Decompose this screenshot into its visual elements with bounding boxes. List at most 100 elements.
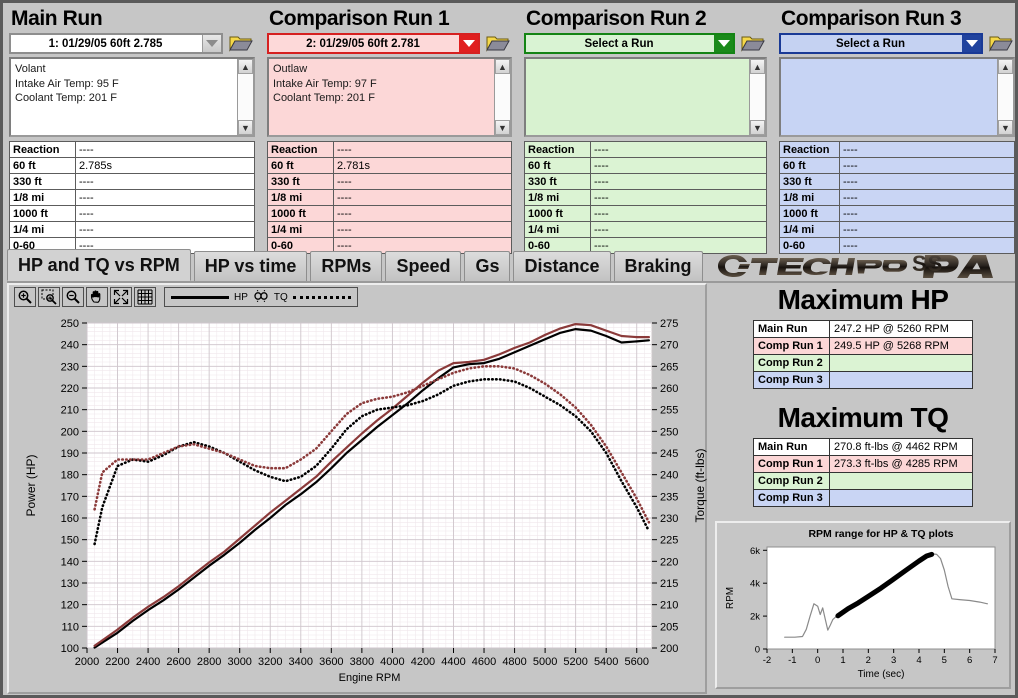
chevron-down-icon[interactable] xyxy=(962,35,981,52)
scroll-track[interactable] xyxy=(495,74,510,120)
svg-text:3600: 3600 xyxy=(319,656,343,668)
comparison-run-2-notes[interactable]: ▲ ▼ xyxy=(524,57,767,137)
svg-text:2200: 2200 xyxy=(105,656,129,668)
scroll-track[interactable] xyxy=(750,74,765,120)
comparison-run-2-open-folder-button[interactable] xyxy=(739,33,767,54)
chevron-down-icon[interactable] xyxy=(459,35,478,52)
main-run-notes-scrollbar[interactable]: ▲ ▼ xyxy=(237,59,253,135)
main-run-notes[interactable]: Volant Intake Air Temp: 95 F Coolant Tem… xyxy=(9,57,255,137)
tab-gs[interactable]: Gs xyxy=(464,251,511,281)
svg-text:190: 190 xyxy=(61,448,79,460)
comparison-run-3-title: Comparison Run 3 xyxy=(781,7,962,30)
comparison-run-2-select-value: Select a Run xyxy=(584,37,654,50)
svg-text:3000: 3000 xyxy=(227,656,251,668)
svg-text:4600: 4600 xyxy=(472,656,496,668)
pan-hand-icon[interactable] xyxy=(86,287,108,307)
tab-hp-vs-time[interactable]: HP vs time xyxy=(193,251,308,281)
svg-text:100: 100 xyxy=(61,643,79,655)
scroll-up-icon[interactable]: ▲ xyxy=(998,59,1013,74)
stat-value: ---- xyxy=(590,189,767,206)
scroll-down-icon[interactable]: ▼ xyxy=(998,120,1013,135)
stat-label: 60 ft xyxy=(267,157,334,174)
stat-label: 330 ft xyxy=(524,173,591,190)
svg-text:-1: -1 xyxy=(788,655,796,666)
svg-text:4400: 4400 xyxy=(441,656,465,668)
table-row: Comp Run 3 xyxy=(753,371,973,389)
chevron-down-icon[interactable] xyxy=(202,35,221,52)
tab-braking[interactable]: Braking xyxy=(613,251,703,281)
svg-text:5200: 5200 xyxy=(563,656,587,668)
comparison-run-1-notes-scrollbar[interactable]: ▲ ▼ xyxy=(494,59,510,135)
svg-text:SS: SS xyxy=(912,252,943,276)
scroll-track[interactable] xyxy=(238,74,253,120)
main-run-open-folder-button[interactable] xyxy=(227,33,255,54)
hp-tq-plot[interactable]: 100 110 120 130 140 150 160 170 180 190 200 210 220 2… xyxy=(9,309,709,694)
svg-text:4000: 4000 xyxy=(380,656,404,668)
comparison-run-3-open-folder-button[interactable] xyxy=(987,33,1015,54)
tab-rpms[interactable]: RPMs xyxy=(310,251,383,281)
scroll-track[interactable] xyxy=(998,74,1013,120)
run-label: Comp Run 1 xyxy=(753,455,830,473)
svg-text:4k: 4k xyxy=(750,579,760,590)
run-label: Main Run xyxy=(753,438,830,456)
comparison-run-2-notes-scrollbar[interactable]: ▲ ▼ xyxy=(749,59,765,135)
tab-hp-and-tq-vs-rpm[interactable]: HP and TQ vs RPM xyxy=(7,249,191,281)
stat-label: 1/4 mi xyxy=(267,221,334,238)
stat-value: 2.785s xyxy=(75,157,255,174)
comparison-run-2-select[interactable]: Select a Run xyxy=(524,33,735,54)
table-row: 1/4 mi ---- xyxy=(779,221,1015,238)
main-run-select[interactable]: 1: 01/29/05 60ft 2.785 xyxy=(9,33,223,54)
run-peak-value: 247.2 HP @ 5260 RPM xyxy=(829,320,973,338)
zoom-out-icon[interactable] xyxy=(62,287,84,307)
svg-text:110: 110 xyxy=(61,621,79,633)
svg-text:230: 230 xyxy=(61,361,79,373)
run-label: Comp Run 2 xyxy=(753,472,830,490)
svg-text:230: 230 xyxy=(660,513,678,525)
rpm-plot-area xyxy=(766,546,996,650)
stat-value: ---- xyxy=(333,189,512,206)
chevron-down-icon[interactable] xyxy=(714,35,733,52)
folder-icon xyxy=(229,36,253,52)
table-row: 60 ft 2.781s xyxy=(267,157,512,174)
svg-text:2k: 2k xyxy=(750,612,760,623)
comparison-run-1-select[interactable]: 2: 01/29/05 60ft 2.781 xyxy=(267,33,480,54)
stat-value: ---- xyxy=(839,221,1015,238)
scroll-up-icon[interactable]: ▲ xyxy=(750,59,765,74)
scroll-down-icon[interactable]: ▼ xyxy=(750,120,765,135)
scroll-down-icon[interactable]: ▼ xyxy=(495,120,510,135)
svg-text:240: 240 xyxy=(61,340,79,352)
folder-icon xyxy=(486,36,510,52)
svg-text:3200: 3200 xyxy=(258,656,282,668)
comparison-run-3-notes[interactable]: ▲ ▼ xyxy=(779,57,1015,137)
maximum-tq-body: Main Run 270.8 ft-lbs @ 4462 RPM Comp Run … xyxy=(753,438,973,507)
main-run-title: Main Run xyxy=(11,7,103,30)
legend-tq-label: TQ xyxy=(273,291,288,303)
scroll-down-icon[interactable]: ▼ xyxy=(238,120,253,135)
svg-text:2: 2 xyxy=(866,655,871,666)
comparison-run-1-open-folder-button[interactable] xyxy=(484,33,512,54)
table-row: 330 ft ---- xyxy=(9,173,255,190)
grid-icon[interactable] xyxy=(134,287,156,307)
rpm-range-plot[interactable]: RPM range for HP & TQ plots 0 2k 4k 6k -2 -1 0 1… xyxy=(717,523,1009,687)
svg-text:130: 130 xyxy=(61,578,79,590)
run-label: Comp Run 3 xyxy=(753,371,830,389)
comparison-run-1-stats-table: Reaction ---- 60 ft 2.781s 330 ft ---- 1/8 mi -… xyxy=(267,141,512,254)
scroll-up-icon[interactable]: ▲ xyxy=(238,59,253,74)
tab-distance[interactable]: Distance xyxy=(513,251,611,281)
scroll-up-icon[interactable]: ▲ xyxy=(495,59,510,74)
comparison-run-1-select-value: 2: 01/29/05 60ft 2.781 xyxy=(306,37,420,50)
main-content: HP TQ 100 110 120 130 140 150 160 170 180 190 200 2… xyxy=(7,283,1015,695)
svg-text:240: 240 xyxy=(660,470,678,482)
zoom-in-icon[interactable] xyxy=(14,287,36,307)
rpm-x-axis-label: Time (sec) xyxy=(858,669,905,680)
fit-arrows-icon[interactable] xyxy=(110,287,132,307)
link-icon[interactable] xyxy=(253,289,269,305)
table-row: 1000 ft ---- xyxy=(267,205,512,222)
comparison-run-3-notes-scrollbar[interactable]: ▲ ▼ xyxy=(997,59,1013,135)
zoom-box-icon[interactable] xyxy=(38,287,60,307)
svg-text:0: 0 xyxy=(755,645,760,656)
tab-speed[interactable]: Speed xyxy=(385,251,462,281)
comparison-run-1-notes[interactable]: Outlaw Intake Air Temp: 97 F Coolant Tem… xyxy=(267,57,512,137)
svg-text:5000: 5000 xyxy=(533,656,557,668)
comparison-run-3-select[interactable]: Select a Run xyxy=(779,33,983,54)
